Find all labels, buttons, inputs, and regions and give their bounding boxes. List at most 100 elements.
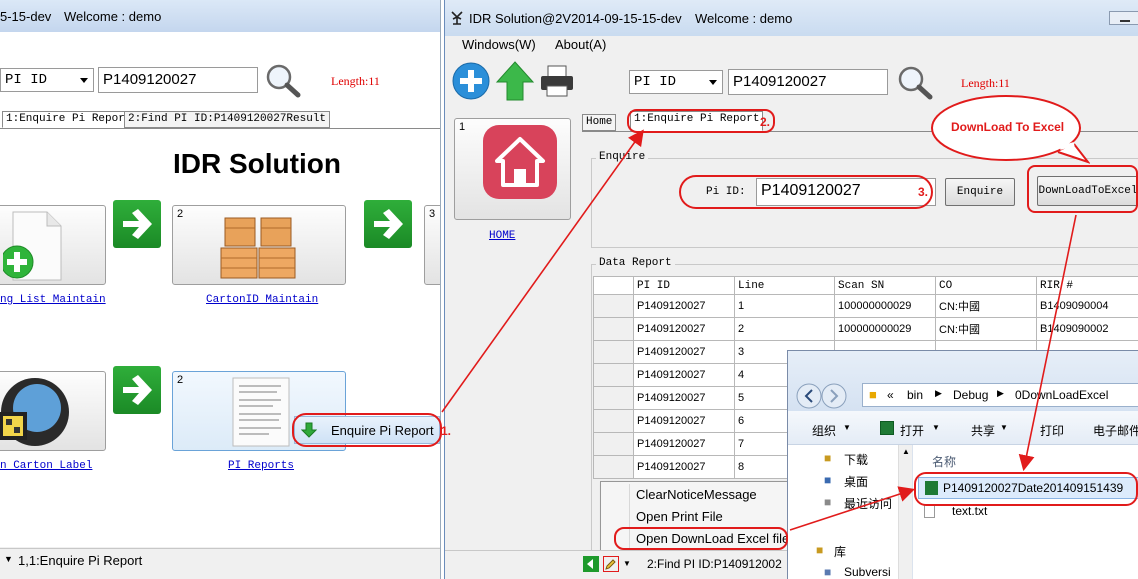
right-pi-input[interactable]: P1409120027 [728,69,888,95]
table-cell[interactable]: P1409120027 [633,294,735,318]
column-name-header[interactable]: 名称 [932,453,956,470]
enquire-group-legend: Enquire [596,151,649,163]
barcode-scanner-icon [0,378,69,446]
toolbar-print[interactable]: 打印 [1040,422,1064,439]
nav-downloads[interactable]: 下载 [844,451,868,468]
nav-recent[interactable]: 最近访问 [844,495,892,512]
toolbar-open[interactable]: 打开 [900,422,924,439]
table-cell[interactable]: P1409120027 [633,409,735,433]
right-window-title: IDR Solution@2V2014-09-15-15-dev [469,11,682,26]
table-cell[interactable]: 100000000029 [834,294,936,318]
link-scan-label[interactable]: n Carton Label [0,460,92,472]
nav-scrollbar[interactable]: ▲ [898,445,912,579]
chevron-down-icon [709,80,717,85]
pencil-dropdown-icon[interactable] [603,556,619,572]
right-tab-home[interactable]: Home [582,114,617,131]
col-co[interactable]: CO [935,276,1037,295]
text-file-icon [924,504,935,518]
tile-carton-id[interactable]: 2 [172,205,346,285]
enquire-button[interactable]: Enquire [945,178,1015,206]
row-header-cell[interactable] [593,455,634,479]
table-cell[interactable]: B1409090002 [1036,317,1138,341]
upload-arrow-icon[interactable] [495,60,535,102]
table-cell[interactable]: P1409120027 [633,432,735,456]
table-cell[interactable]: P1409120027 [633,340,735,364]
breadcrumb-folder[interactable]: 0DownLoadExcel [1015,388,1108,402]
right-search-type-combo[interactable]: PI ID [629,70,723,94]
nav-subversion[interactable]: Subversi [844,565,891,579]
table-cell[interactable]: CN:中國 [935,317,1037,341]
left-pi-input[interactable]: P1409120027 [98,67,258,93]
green-arrow-icon [364,200,412,248]
annotation-number-2: 2. [760,115,771,129]
chevron-right-icon: ▶ [935,388,942,398]
menu-open-print-file[interactable]: Open Print File [636,509,723,524]
tile-three[interactable]: 3 [424,205,440,285]
tab-divider [0,128,440,129]
row-header-cell[interactable] [593,340,634,364]
row-header-cell[interactable] [593,294,634,318]
link-carton-id[interactable]: CartonID Maintain [206,294,318,306]
row-header-cell[interactable] [593,386,634,410]
table-cell[interactable]: P1409120027 [633,363,735,387]
chevron-right-icon: ▶ [997,388,1004,398]
nav-desktop[interactable]: 桌面 [844,473,868,490]
table-cell[interactable]: 1 [734,294,835,318]
back-arrow-icon[interactable] [583,556,599,572]
row-header-cell[interactable] [593,317,634,341]
scroll-up-icon: ▲ [902,447,910,456]
search-icon[interactable] [264,62,302,98]
nav-library[interactable]: 库 [834,543,846,560]
table-cell[interactable]: B1409090004 [1036,294,1138,318]
tile-home[interactable]: 1 [454,118,571,220]
table-cell[interactable]: P1409120027 [633,455,735,479]
subversion-icon: ■ [824,565,832,579]
row-header-cell[interactable] [593,409,634,433]
row-header-cell[interactable] [593,432,634,456]
tile-packing-list[interactable] [0,205,106,285]
home-link[interactable]: HOME [489,230,515,242]
toolbar-email[interactable]: 电子邮件 [1093,422,1138,439]
toolbar-organize[interactable]: 组织 [812,422,836,439]
table-cell[interactable]: P1409120027 [633,386,735,410]
grid-header-row: PI ID Line Scan SN CO RIR # [593,276,1138,295]
col-scan-sn[interactable]: Scan SN [834,276,936,295]
menu-clear-notice[interactable]: ClearNoticeMessage [636,487,757,502]
left-tab-find[interactable]: 2:Find PI ID:P1409120027Result [124,111,331,128]
left-status-text: 1,1:Enquire Pi Report [18,553,143,568]
link-packing-list[interactable]: ng List Maintain [0,294,106,306]
col-pi-id[interactable]: PI ID [633,276,735,295]
annotation-ring-pi-id [679,175,933,209]
col-rir[interactable]: RIR # [1036,276,1138,295]
left-search-type-combo[interactable]: PI ID [0,68,94,92]
breadcrumb-debug[interactable]: Debug [953,388,988,402]
document-add-icon [3,211,62,281]
menu-windows[interactable]: Windows(W) [462,37,536,52]
breadcrumb-bin[interactable]: bin [907,388,923,402]
download-bubble-text: DownLoad To Excel [951,120,1065,134]
table-cell[interactable]: 2 [734,317,835,341]
minimize-button[interactable] [1109,11,1138,25]
annotation-ring-download [1027,165,1138,213]
report-document-icon [232,377,290,447]
link-pi-reports[interactable]: PI Reports [228,460,294,472]
table-cell[interactable]: CN:中國 [935,294,1037,318]
left-tab-enquire[interactable]: 1:Enquire Pi Report [2,111,136,128]
table-cell[interactable]: P1409120027 [633,317,735,341]
table-cell[interactable]: 100000000029 [834,317,936,341]
table-row[interactable]: P1409120027 2 100000000029 CN:中國 B1409090002 [593,317,1138,341]
printer-icon[interactable] [539,64,575,98]
app-logo-icon [451,11,463,25]
tile-scan-label[interactable] [0,371,106,451]
table-row[interactable]: P1409120027 1 100000000029 CN:中國 B1409090004 [593,294,1138,318]
right-length-label: Length:11 [961,76,1010,90]
row-header-cell[interactable] [593,363,634,387]
toolbar-share[interactable]: 共享 [971,422,995,439]
right-combo-value: PI ID [634,74,677,90]
address-bar[interactable]: ■ « bin ▶ Debug ▶ 0DownLoadExcel [862,383,1138,407]
menu-about[interactable]: About(A) [555,37,606,52]
col-line[interactable]: Line [734,276,835,295]
back-forward-icon[interactable] [796,383,850,409]
add-icon[interactable] [452,62,490,100]
explorer-toolbar: 组织 ▼ 打开 ▼ 共享 ▼ 打印 电子邮件 [788,411,1138,445]
